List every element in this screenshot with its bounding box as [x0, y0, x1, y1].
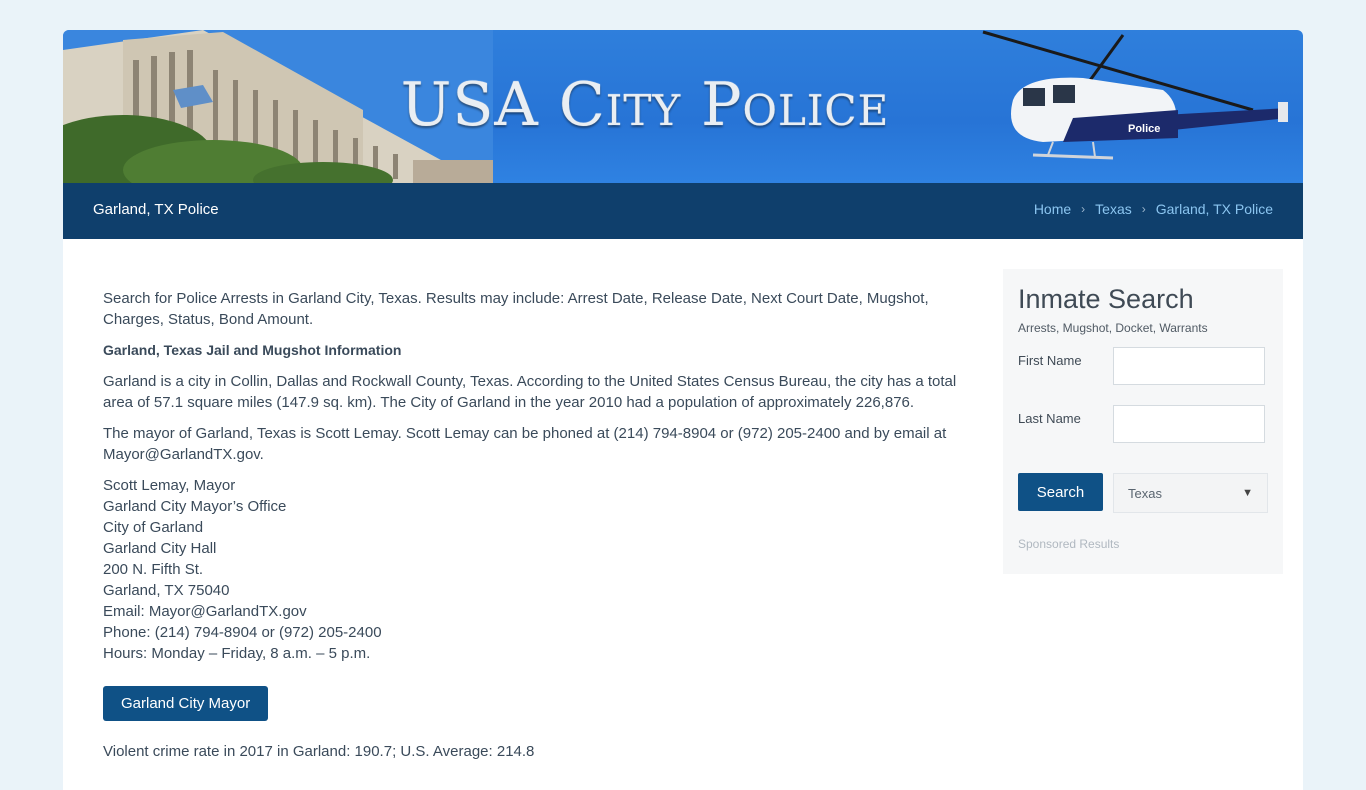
first-name-label: First Name — [1018, 353, 1082, 368]
police-helicopter-image: Police — [982, 30, 1288, 160]
page-title-bar: Garland, TX Police Home › Texas › Garlan… — [63, 183, 1303, 239]
address-line: Scott Lemay, Mayor — [103, 477, 236, 494]
section-heading: Garland, Texas Jail and Mugshot Informat… — [103, 342, 402, 358]
page-container: USA City Police Police Garland, TX Polic… — [63, 30, 1303, 790]
mayor-info-paragraph: The mayor of Garland, Texas is Scott Lem… — [103, 425, 947, 463]
state-select[interactable]: Texas ▼ — [1113, 473, 1268, 513]
crime-rate-text: Violent crime rate in 2017 in Garland: 1… — [103, 743, 535, 760]
city-info-paragraph: Garland is a city in Collin, Dallas and … — [103, 373, 957, 411]
breadcrumb-current-link[interactable]: Garland, TX Police — [1156, 201, 1273, 217]
last-name-row: Last Name — [1018, 405, 1268, 469]
header-banner: USA City Police Police — [63, 30, 1303, 183]
inmate-search-subtitle: Arrests, Mugshot, Docket, Warrants — [1018, 321, 1208, 335]
first-name-row: First Name — [1018, 347, 1268, 411]
address-line: Email: Mayor@GarlandTX.gov — [103, 603, 307, 620]
breadcrumb-home-link[interactable]: Home — [1034, 201, 1071, 217]
search-button[interactable]: Search — [1018, 473, 1103, 511]
first-name-input[interactable] — [1113, 347, 1265, 385]
inmate-search-panel: Inmate Search Arrests, Mugshot, Docket, … — [1003, 269, 1283, 574]
inmate-search-title: Inmate Search — [1018, 284, 1194, 314]
search-row: Search Texas ▼ — [1018, 473, 1268, 513]
intro-paragraph: Search for Police Arrests in Garland Cit… — [103, 290, 929, 328]
main-content: Search for Police Arrests in Garland Cit… — [103, 288, 963, 772]
sponsored-results-label: Sponsored Results — [1018, 537, 1120, 551]
address-line: 200 N. Fifth St. — [103, 561, 204, 578]
svg-text:Police: Police — [1128, 123, 1160, 135]
breadcrumb-texas-link[interactable]: Texas — [1095, 201, 1132, 217]
last-name-label: Last Name — [1018, 411, 1081, 426]
breadcrumb: Home › Texas › Garland, TX Police — [1034, 201, 1273, 217]
address-line: Hours: Monday – Friday, 8 a.m. – 5 p.m. — [103, 645, 371, 662]
address-line: Garland, TX 75040 — [103, 582, 230, 599]
chevron-right-icon: › — [1081, 202, 1086, 216]
address-line: Garland City Hall — [103, 540, 217, 557]
page-title: Garland, TX Police — [93, 201, 219, 218]
address-line: City of Garland — [103, 519, 204, 536]
site-title: USA City Police — [400, 70, 890, 140]
garland-city-mayor-button[interactable]: Garland City Mayor — [103, 686, 269, 721]
chevron-right-icon: › — [1141, 202, 1146, 216]
state-select-value: Texas — [1128, 485, 1162, 501]
last-name-input[interactable] — [1113, 405, 1265, 443]
address-line: Garland City Mayor’s Office — [103, 498, 287, 515]
mayor-address-block: Scott Lemay, Mayor Garland City Mayor’s … — [103, 475, 963, 664]
address-line: Phone: (214) 794-8904 or (972) 205-2400 — [103, 624, 382, 641]
chevron-down-icon: ▼ — [1242, 487, 1253, 499]
